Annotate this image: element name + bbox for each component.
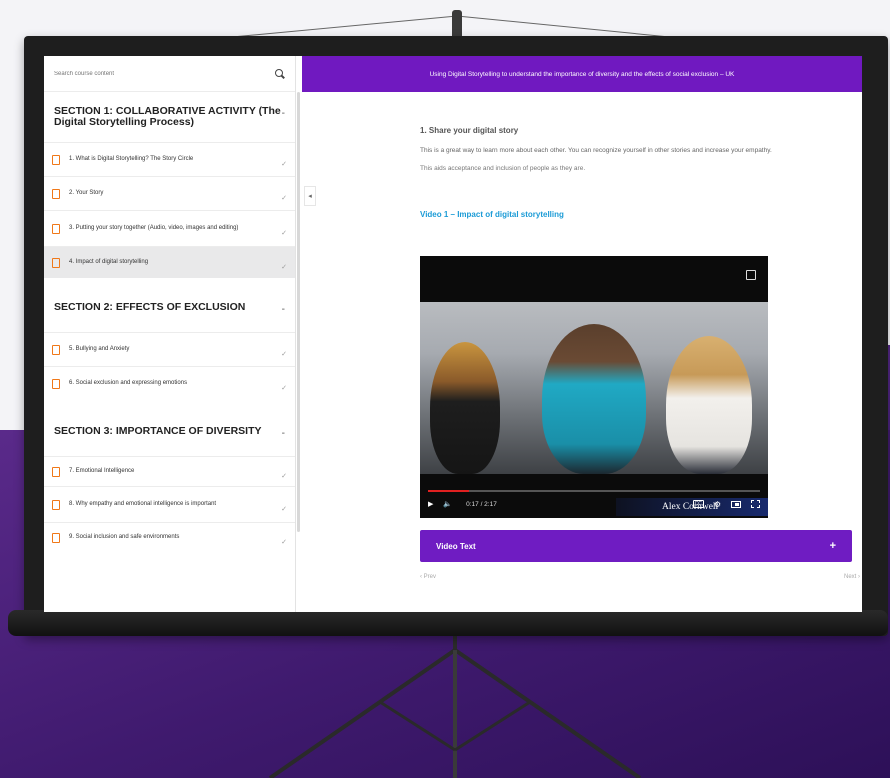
prev-link[interactable]: ‹ Prev (420, 574, 436, 580)
sidebar-scrollbar[interactable] (297, 92, 300, 532)
check-icon: ✓ (281, 350, 287, 358)
lesson-label: 3. Putting your story together (Audio, v… (69, 225, 239, 231)
check-icon: ✓ (281, 263, 287, 271)
lesson-label: 6. Social exclusion and expressing emoti… (69, 380, 188, 386)
lesson-label: 4. Impact of digital storytelling (69, 259, 149, 265)
projector-stand (268, 630, 642, 778)
lesson-item-7[interactable]: 7. Emotional Intelligence ✓ (44, 456, 295, 486)
lesson-label: 8. Why empathy and emotional intelligenc… (69, 501, 217, 507)
document-icon (52, 499, 60, 510)
section-header-2[interactable]: SECTION 2: EFFECTS OF EXCLUSION - (44, 302, 295, 332)
video-title: Video 1 – Impact of digital storytelling (420, 210, 564, 219)
lesson-content: 1. Share your digital story This is a gr… (420, 92, 860, 580)
document-icon (52, 257, 60, 268)
document-icon (52, 344, 60, 355)
lesson-heading: 1. Share your digital story (420, 126, 519, 135)
lesson-label: 5. Bullying and Anxiety (69, 346, 130, 352)
video-progress-fill (428, 490, 470, 492)
miniplayer-icon[interactable] (731, 500, 741, 508)
lesson-paragraph-1: This is a great way to learn more about … (420, 147, 772, 154)
check-icon: ✓ (281, 194, 287, 202)
course-sidebar: SECTION 1: COLLABORATIVE ACTIVITY (The D… (44, 56, 296, 612)
projected-course-page: SECTION 1: COLLABORATIVE ACTIVITY (The D… (44, 56, 862, 612)
captions-icon[interactable]: CC (692, 500, 704, 508)
collapse-toggle-icon[interactable]: - (282, 428, 285, 439)
lesson-item-2[interactable]: 2. Your Story ✓ (44, 176, 295, 210)
collapse-toggle-icon[interactable]: - (282, 304, 285, 315)
document-icon (52, 532, 60, 543)
section-title: SECTION 1: COLLABORATIVE ACTIVITY (The D… (54, 105, 281, 128)
check-icon: ✓ (281, 472, 287, 480)
plus-icon[interactable]: + (830, 540, 836, 552)
search-bar (44, 56, 295, 92)
section-title: SECTION 3: IMPORTANCE OF DIVERSITY (54, 425, 262, 437)
video-controls: ▶ 🔈 0:17 / 2:17 CC ⚙ (428, 496, 760, 512)
lesson-item-5[interactable]: 5. Bullying and Anxiety ✓ (44, 332, 295, 366)
section-title: SECTION 2: EFFECTS OF EXCLUSION (54, 301, 246, 313)
accordion-label: Video Text (436, 541, 476, 551)
video-time: 0:17 / 2:17 (466, 500, 497, 508)
check-icon: ✓ (281, 505, 287, 513)
document-icon (52, 378, 60, 389)
video-text-accordion[interactable]: Video Text + (420, 530, 852, 562)
share-icon[interactable] (746, 270, 756, 280)
lesson-item-6[interactable]: 6. Social exclusion and expressing emoti… (44, 366, 295, 400)
person-center (542, 324, 646, 474)
section-header-3[interactable]: SECTION 3: IMPORTANCE OF DIVERSITY - (44, 426, 295, 456)
check-icon: ✓ (281, 384, 287, 392)
lesson-label: 7. Emotional Intelligence (69, 468, 135, 474)
lesson-label: 1. What is Digital Storytelling? The Sto… (69, 156, 194, 162)
screen-bottom-bar (8, 610, 888, 636)
document-icon (52, 154, 60, 165)
video-frame: Alex Cornwell (420, 302, 768, 516)
main-content: Using Digital Storytelling to understand… (302, 56, 862, 612)
collapse-toggle-icon[interactable]: - (282, 108, 285, 119)
lesson-item-3[interactable]: 3. Putting your story together (Audio, v… (44, 210, 295, 246)
document-icon (52, 188, 60, 199)
lesson-item-9[interactable]: 9. Social inclusion and safe environment… (44, 522, 295, 552)
document-icon (52, 223, 60, 234)
video-progress-bar[interactable] (428, 490, 760, 492)
video-player[interactable]: Alex Cornwell ▶ 🔈 0:17 / 2:17 CC ⚙ (420, 256, 768, 518)
section-header-1[interactable]: SECTION 1: COLLABORATIVE ACTIVITY (The D… (44, 106, 295, 142)
document-icon (52, 466, 60, 477)
lesson-item-4[interactable]: 4. Impact of digital storytelling ✓ (44, 246, 295, 278)
search-input[interactable] (54, 70, 254, 77)
next-link[interactable]: Next › (844, 574, 860, 580)
volume-icon[interactable]: 🔈 (443, 500, 452, 508)
course-title-bar: Using Digital Storytelling to understand… (302, 56, 862, 92)
play-icon[interactable]: ▶ (428, 500, 433, 508)
lesson-navigation: ‹ Prev Next › (420, 574, 860, 580)
check-icon: ✓ (281, 538, 287, 546)
gear-icon[interactable]: ⚙ (714, 500, 721, 509)
lesson-item-8[interactable]: 8. Why empathy and emotional intelligenc… (44, 486, 295, 522)
lesson-label: 2. Your Story (69, 190, 104, 196)
person-right (666, 336, 752, 474)
lesson-item-1[interactable]: 1. What is Digital Storytelling? The Sto… (44, 142, 295, 176)
lesson-label: 9. Social inclusion and safe environment… (69, 534, 180, 540)
check-icon: ✓ (281, 160, 287, 168)
lesson-paragraph-2: This aids acceptance and inclusion of pe… (420, 165, 586, 172)
person-left (430, 342, 500, 474)
search-icon[interactable] (275, 68, 285, 79)
check-icon: ✓ (281, 229, 287, 237)
fullscreen-icon[interactable] (751, 500, 760, 508)
